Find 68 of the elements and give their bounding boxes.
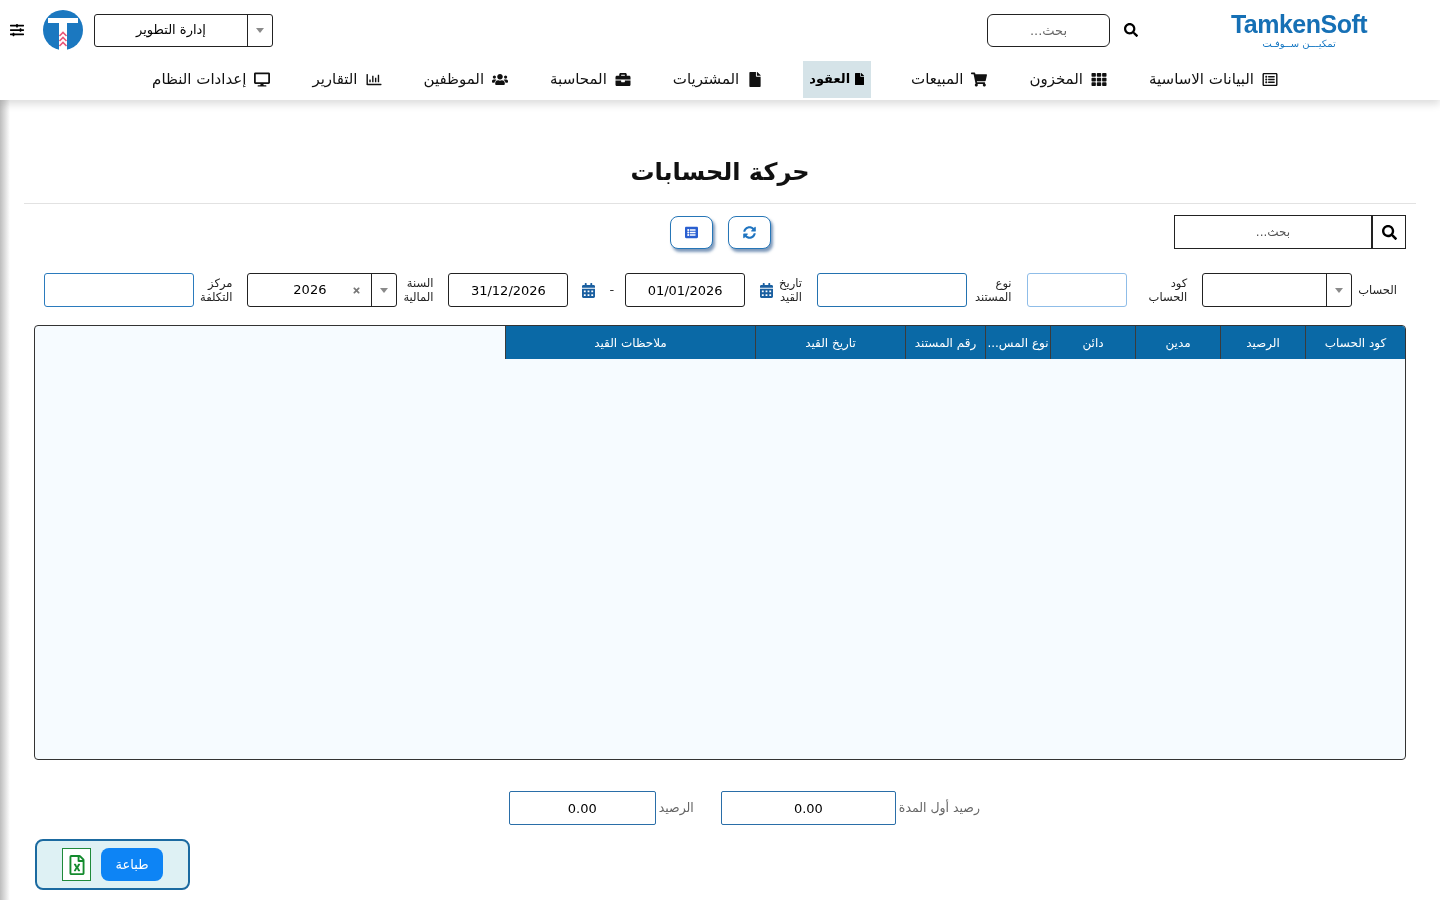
- excel-export-button[interactable]: [62, 848, 91, 881]
- search-field[interactable]: بحث...: [987, 13, 1110, 47]
- column-header: دائن: [1050, 326, 1135, 359]
- page-title: حركة الحسابات: [630, 157, 810, 188]
- clear-icon[interactable]: [352, 285, 362, 295]
- calendar-icon[interactable]: [582, 282, 596, 298]
- date-field[interactable]: 31/12/2026: [448, 273, 569, 307]
- nav-item[interactable]: المحاسبة: [548, 60, 633, 98]
- column-header: تاريخ القيد: [755, 326, 905, 359]
- range-separator: -: [609, 281, 615, 300]
- field-label: الحساب: [1358, 283, 1397, 297]
- list-icon: [683, 225, 699, 239]
- file-icon: [854, 73, 866, 85]
- input-field[interactable]: [816, 273, 967, 307]
- nav-item[interactable]: البيانات الاساسية: [1147, 60, 1280, 98]
- list-icon: [1262, 71, 1278, 87]
- column-header: مدين: [1135, 326, 1220, 359]
- column-header: ملاحظات القيد: [505, 326, 755, 359]
- search-field[interactable]: بحث...: [1174, 215, 1372, 249]
- caret-icon: [380, 287, 389, 293]
- print-button[interactable]: طباعة: [101, 848, 163, 881]
- refresh-icon: [742, 225, 756, 239]
- logo-tagline: تمكيـــن ســوفـت: [1261, 38, 1337, 50]
- field-label: نوع المستند: [974, 276, 1012, 304]
- date-field[interactable]: 01/01/2026: [625, 273, 746, 307]
- input-field[interactable]: [44, 273, 195, 307]
- total-field[interactable]: 0.00: [508, 791, 656, 825]
- input-field[interactable]: [1026, 273, 1127, 307]
- calendar-icon[interactable]: [760, 282, 774, 298]
- account-select[interactable]: [1202, 273, 1353, 307]
- search-icon[interactable]: [1124, 23, 1138, 37]
- list-button[interactable]: [669, 215, 713, 249]
- column-header: نوع المس...: [985, 326, 1050, 359]
- cart-icon: [971, 71, 988, 87]
- logo-wordmark: TamkenSoft: [1229, 10, 1369, 38]
- settings-icon[interactable]: [10, 23, 24, 37]
- round-logo-icon: [43, 10, 83, 50]
- column-header: كود الحساب: [1305, 326, 1405, 359]
- column-header: رقم المستند: [905, 326, 985, 359]
- bar-chart-icon: [365, 71, 382, 87]
- nav-item[interactable]: العقود: [803, 60, 872, 98]
- field-label: كود الحساب: [1148, 276, 1188, 304]
- nav-item[interactable]: إعدادات النظام: [150, 60, 273, 98]
- field-label: السنة المالية: [403, 276, 434, 304]
- total-field[interactable]: 0.00: [720, 791, 896, 825]
- monitor-icon: [254, 71, 271, 87]
- briefcase-icon: [614, 71, 631, 87]
- search-button[interactable]: [1372, 215, 1406, 249]
- grid-icon: [1091, 71, 1108, 87]
- field-label: مركز التكلفة: [200, 276, 233, 304]
- users-icon: [492, 71, 509, 87]
- caret-icon: [256, 27, 264, 33]
- spreadsheet-icon: [68, 854, 85, 875]
- total-label: الرصيد: [658, 798, 694, 818]
- nav-item[interactable]: المشتريات: [670, 60, 766, 98]
- column-header: الرصيد: [1220, 326, 1305, 359]
- total-label: رصيد أول المدة: [898, 798, 980, 818]
- year-select[interactable]: 2026: [247, 273, 398, 307]
- department-select[interactable]: إدارة التطوير: [94, 13, 273, 47]
- refresh-button[interactable]: [727, 215, 771, 249]
- nav-item[interactable]: التقارير: [310, 60, 384, 98]
- search-icon: [1381, 224, 1397, 240]
- caret-icon: [1335, 287, 1344, 293]
- file-icon: [747, 71, 764, 87]
- nav-item[interactable]: الموظفين: [421, 60, 511, 98]
- field-label: تاريخ القيد: [779, 276, 802, 304]
- nav-item[interactable]: المبيعات: [909, 60, 990, 98]
- nav-item[interactable]: المخزون: [1027, 60, 1110, 98]
